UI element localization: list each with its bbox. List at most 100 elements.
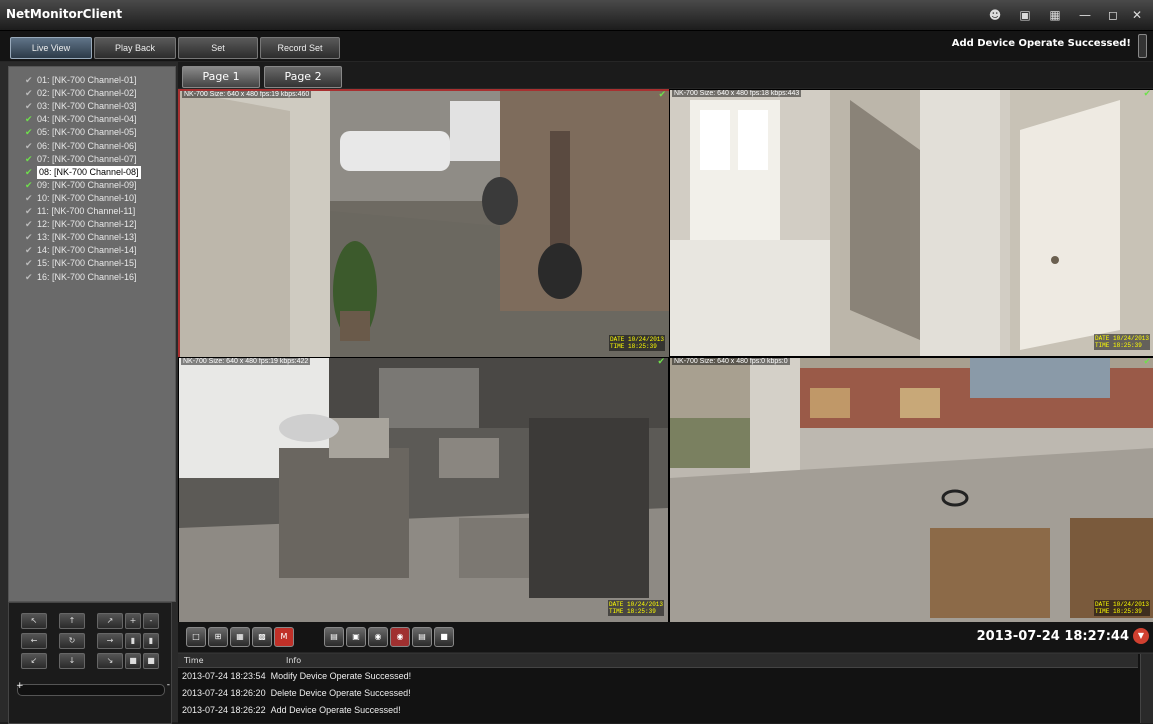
camera-feed-image: [180, 91, 669, 357]
channel-item[interactable]: ✔ 02: [NK-700 Channel-02]: [25, 87, 137, 100]
ptz-up-left-button[interactable]: ↖: [21, 613, 47, 629]
tab-page-2[interactable]: Page 2: [264, 66, 342, 88]
play-back-button[interactable]: Play Back: [94, 37, 176, 59]
zoom-in-button[interactable]: +: [125, 613, 141, 629]
ptz-up-right-button[interactable]: ↗: [97, 613, 123, 629]
layout-4-icon[interactable]: ⊞: [208, 627, 228, 647]
channel-label: 09: [NK-700 Channel-09]: [37, 179, 137, 190]
channel-item[interactable]: ✔ 06: [NK-700 Channel-06]: [25, 140, 137, 153]
minimize-icon[interactable]: —: [1075, 6, 1095, 24]
camera-offline-icon: ✔: [25, 140, 33, 151]
layout-1-icon[interactable]: □: [186, 627, 206, 647]
focus-near-button[interactable]: ▮: [125, 633, 141, 649]
ptz-right-button[interactable]: →: [97, 633, 123, 649]
channel-item[interactable]: ✔ 04: [NK-700 Channel-04]: [25, 113, 137, 126]
check-icon: ✔: [658, 90, 666, 100]
event-log: Time Info 2013-07-24 18:23:54 Modify Dev…: [178, 653, 1153, 723]
fullscreen-icon[interactable]: ■: [434, 627, 454, 647]
set-button[interactable]: Set: [178, 37, 258, 59]
channel-item[interactable]: ✔ 11: [NK-700 Channel-11]: [25, 205, 135, 218]
camera-offline-icon: ✔: [25, 271, 33, 282]
page-tabs: Page 1 Page 2: [178, 62, 1153, 88]
close-icon[interactable]: ✕: [1127, 6, 1147, 24]
layout-9-icon[interactable]: ▦: [230, 627, 250, 647]
talk-icon[interactable]: ◉: [368, 627, 388, 647]
channel-item[interactable]: ✔ 05: [NK-700 Channel-05]: [25, 126, 137, 139]
focus-far-button[interactable]: ▮: [143, 633, 159, 649]
slider-minus-icon: -: [166, 680, 170, 690]
camera-online-icon: ✔: [25, 166, 33, 177]
camera-offline-icon: ✔: [25, 219, 33, 230]
maximize-icon[interactable]: ◻: [1103, 6, 1123, 24]
ptz-left-button[interactable]: ←: [21, 633, 47, 649]
channel-item[interactable]: ✔ 10: [NK-700 Channel-10]: [25, 192, 137, 205]
channel-label: 01: [NK-700 Channel-01]: [37, 75, 137, 85]
multi-screen-icon[interactable]: M: [274, 627, 294, 647]
camera-feed-image: [670, 358, 1153, 622]
channel-label: 10: [NK-700 Channel-10]: [37, 192, 137, 203]
log-scrollbar[interactable]: [1140, 654, 1153, 723]
iris-open-button[interactable]: ■: [125, 653, 141, 669]
users-icon[interactable]: ☻: [985, 6, 1005, 24]
bottom-toolbar: □ ⊞ ▦ ▩ M ▤ ▣ ◉ ◉ ▤ ■ 2013-07-24 18:27:4…: [178, 622, 1153, 652]
log-info: Add Device Operate Successed!: [270, 705, 401, 715]
tab-page-1[interactable]: Page 1: [182, 66, 260, 88]
channel-item[interactable]: ✔ 14: [NK-700 Channel-14]: [25, 244, 137, 257]
ptz-speed-slider[interactable]: + -: [16, 680, 170, 696]
ptz-down-left-button[interactable]: ↙: [21, 653, 47, 669]
ptz-down-button[interactable]: ↓: [59, 653, 85, 669]
osd-time: TIME 18:25:39: [1094, 608, 1142, 615]
channel-item[interactable]: ✔ 01: [NK-700 Channel-01]: [25, 74, 137, 87]
video-cell-3[interactable]: NK-700 Size: 640 x 480 fps:19 kbps:422 ✔…: [178, 357, 669, 623]
iris-close-button[interactable]: ■: [143, 653, 159, 669]
video-cell-4[interactable]: NK-700 Size: 640 x 480 fps:0 kbps:0 ✔ DA…: [669, 357, 1153, 623]
record-set-button[interactable]: Record Set: [260, 37, 340, 59]
log-time: 2013-07-24 18:26:22: [182, 705, 266, 715]
ptz-reset-icon[interactable]: ↻: [59, 633, 85, 649]
channel-label: 02: [NK-700 Channel-02]: [37, 88, 137, 99]
restore-icon[interactable]: ▦: [1045, 6, 1065, 24]
video-cell-1[interactable]: NK-700 Size: 640 x 480 fps:19 kbps:460 ✔…: [178, 89, 671, 359]
channel-item[interactable]: ✔ 13: [NK-700 Channel-13]: [25, 231, 137, 244]
camera-info-label: NK-700 Size: 640 x 480 fps:19 kbps:460: [182, 91, 312, 98]
app-title: NetMonitorClient: [6, 7, 123, 21]
log-header: Time Info: [178, 654, 1138, 668]
channel-item[interactable]: ✔ 16: [NK-700 Channel-16]: [25, 271, 137, 284]
log-column-info: Info: [286, 656, 302, 665]
channel-label: 05: [NK-700 Channel-05]: [37, 127, 137, 138]
camera-offline-icon: ✔: [25, 232, 33, 243]
open-folder-icon[interactable]: ▤: [412, 627, 432, 647]
channel-item[interactable]: ✔ 07: [NK-700 Channel-07]: [25, 153, 137, 166]
osd-time: TIME 18:25:39: [608, 608, 656, 615]
ptz-up-button[interactable]: ↑: [59, 613, 85, 629]
channel-label: 03: [NK-700 Channel-03]: [37, 101, 137, 112]
zoom-out-button[interactable]: -: [143, 613, 159, 629]
camera-info-label: NK-700 Size: 640 x 480 fps:18 kbps:443: [672, 90, 802, 97]
channel-label: 07: [NK-700 Channel-07]: [37, 153, 137, 164]
osd-time: TIME 18:25:39: [1094, 342, 1142, 349]
channel-item[interactable]: ✔ 09: [NK-700 Channel-09]: [25, 179, 137, 192]
app-window: NetMonitorClient ☻ ▣ ▦ — ◻ ✕ Live View P…: [0, 0, 1153, 724]
channel-item[interactable]: ✔ 15: [NK-700 Channel-15]: [25, 257, 137, 270]
status-scroll-handle[interactable]: [1138, 34, 1147, 58]
channel-item[interactable]: ✔ 08: [NK-700 Channel-08]: [25, 165, 141, 179]
video-cell-2[interactable]: NK-700 Size: 640 x 480 fps:18 kbps:443 ✔…: [669, 89, 1153, 357]
snapshot-icon[interactable]: ▤: [324, 627, 344, 647]
camera-online-icon: ✔: [25, 127, 33, 138]
layout-16-icon[interactable]: ▩: [252, 627, 272, 647]
osd-date: DATE 10/24/2013: [1094, 335, 1149, 342]
monitor-icon[interactable]: ▣: [1015, 6, 1035, 24]
record-icon[interactable]: ▣: [346, 627, 366, 647]
log-column-time: Time: [184, 656, 204, 665]
audio-icon[interactable]: ◉: [390, 627, 410, 647]
log-row: 2013-07-24 18:26:22 Add Device Operate S…: [182, 702, 401, 718]
camera-feed-image: [179, 358, 668, 622]
dropdown-arrow-icon[interactable]: ▼: [1133, 628, 1149, 644]
live-view-button[interactable]: Live View: [10, 37, 92, 59]
camera-offline-icon: ✔: [25, 245, 33, 256]
osd-timestamp: DATE 10/24/2013 TIME 18:25:39: [607, 600, 664, 616]
channel-item[interactable]: ✔ 12: [NK-700 Channel-12]: [25, 218, 137, 231]
channel-item[interactable]: ✔ 03: [NK-700 Channel-03]: [25, 100, 137, 113]
osd-timestamp: DATE 10/24/2013 TIME 18:25:39: [1093, 334, 1150, 350]
ptz-down-right-button[interactable]: ↘: [97, 653, 123, 669]
